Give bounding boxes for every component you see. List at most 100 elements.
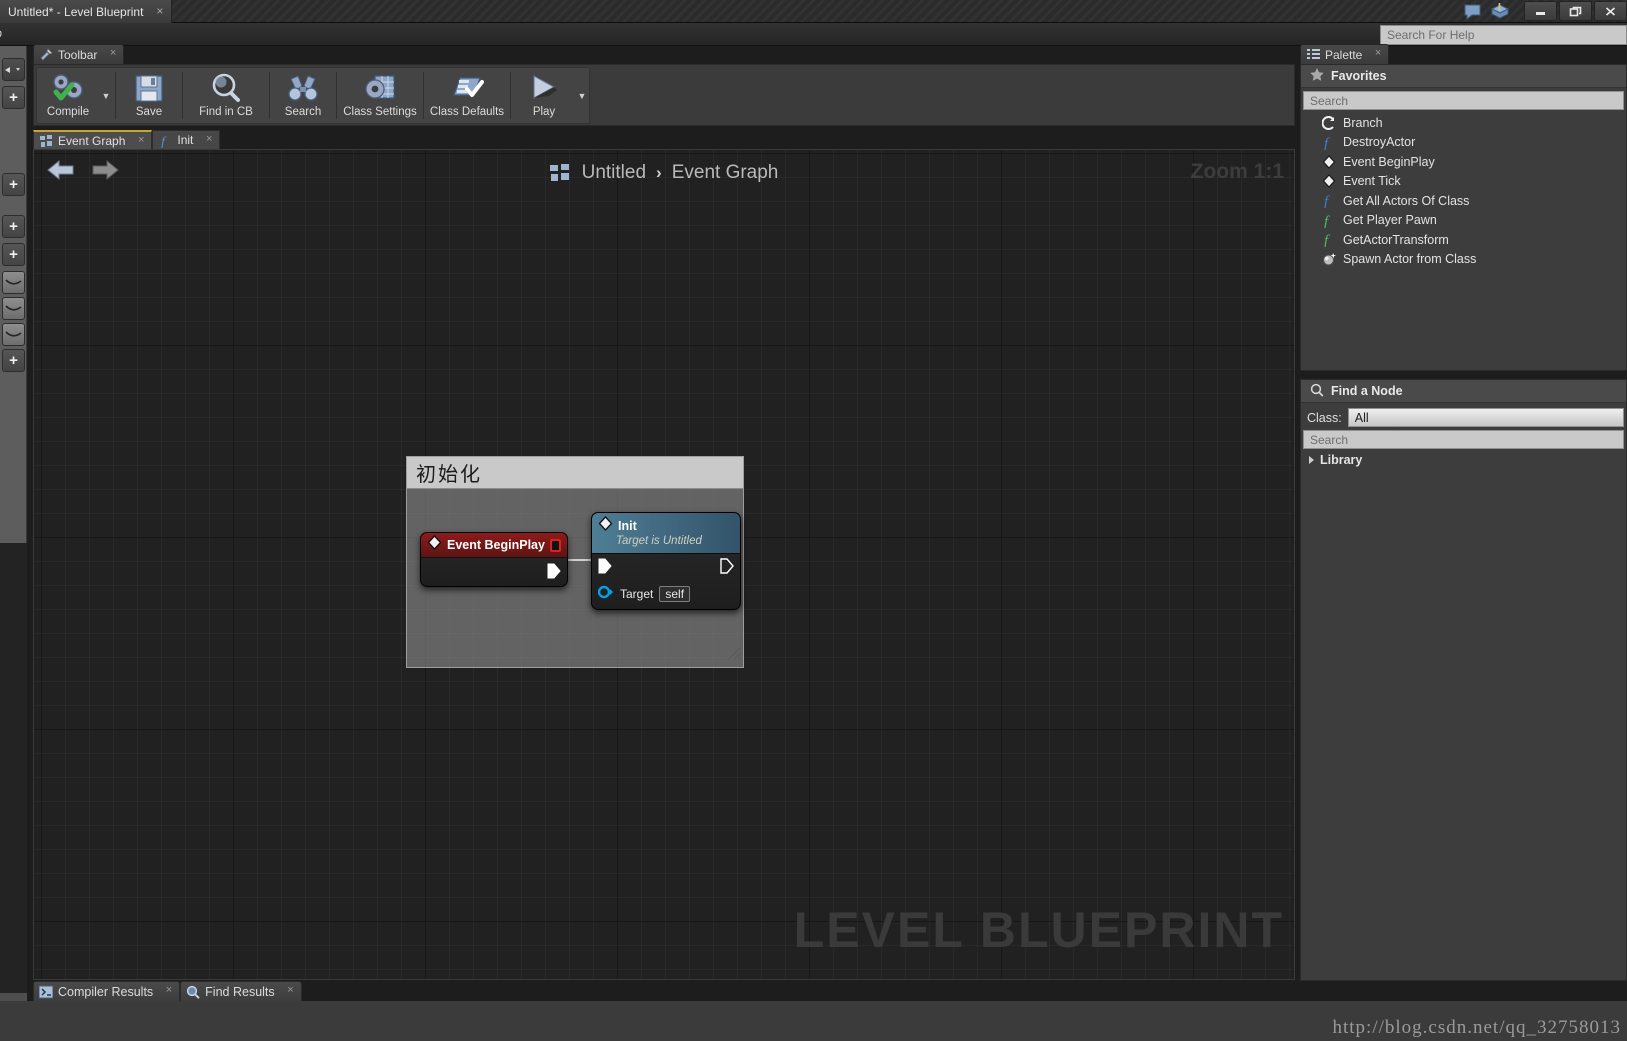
curve-tool-button-1[interactable] bbox=[2, 271, 25, 294]
exec-out-pin-init[interactable] bbox=[720, 557, 734, 579]
toolbar-button-save[interactable]: Save bbox=[118, 68, 180, 123]
toolbar-separator-5 bbox=[423, 72, 424, 119]
toolbar-label-find-in-cb: Find in CB bbox=[199, 106, 253, 118]
menu-bar: elp Search For Help bbox=[0, 23, 1627, 46]
tab-init-close-icon[interactable]: × bbox=[206, 133, 212, 145]
palette-item-getactortransform[interactable]: f GetActorTransform bbox=[1301, 230, 1626, 250]
place-actor-button-3[interactable]: + bbox=[2, 215, 25, 238]
window-title-tab[interactable]: Untitled* - Level Blueprint × bbox=[0, 0, 173, 23]
place-actor-button-2[interactable]: + bbox=[2, 173, 25, 196]
graph-tab-bar: Event Graph × f Init × bbox=[33, 130, 1295, 150]
tab-palette[interactable]: Palette × bbox=[1300, 44, 1390, 64]
palette-item-label: Get Player Pawn bbox=[1343, 213, 1437, 228]
library-tree-item[interactable]: Library bbox=[1301, 453, 1626, 467]
palette-item-label: Event Tick bbox=[1343, 174, 1401, 189]
event-diamond-icon bbox=[1321, 154, 1336, 169]
select-mode-button[interactable] bbox=[2, 58, 25, 81]
menu-item-help[interactable]: elp bbox=[0, 26, 2, 40]
palette-favorites-header[interactable]: Favorites bbox=[1301, 65, 1626, 88]
function-blue-icon: f bbox=[1321, 135, 1336, 150]
toolbar-button-search[interactable]: Search bbox=[272, 68, 334, 123]
event-delegate-pin[interactable] bbox=[549, 538, 561, 552]
tab-find-results[interactable]: Find Results × bbox=[180, 981, 302, 1001]
close-button[interactable] bbox=[1594, 1, 1627, 21]
palette-search-input[interactable]: Search bbox=[1303, 91, 1624, 110]
toolbar-separator-2 bbox=[182, 72, 183, 119]
tab-compiler-results-close-icon[interactable]: × bbox=[166, 984, 172, 996]
palette-item-event-beginplay[interactable]: Event BeginPlay bbox=[1301, 152, 1626, 172]
event-graph-canvas[interactable]: Untitled › Event Graph Zoom 1:1 LEVEL BL… bbox=[33, 149, 1295, 980]
toolbar-button-compile[interactable]: Compile bbox=[37, 68, 99, 123]
palette-item-spawn-actor-from-class[interactable]: Spawn Actor from Class bbox=[1301, 250, 1626, 270]
toolbar-label-save: Save bbox=[135, 106, 163, 118]
magnifier-icon bbox=[1310, 383, 1324, 400]
palette-item-label: Branch bbox=[1343, 115, 1383, 130]
place-actor-button-5[interactable]: + bbox=[2, 349, 25, 372]
breadcrumb: Untitled › Event Graph bbox=[34, 162, 1294, 184]
tab-event-graph-close-icon[interactable]: × bbox=[138, 134, 144, 146]
titlebar-icon-group bbox=[1463, 2, 1510, 21]
target-pin-value[interactable]: self bbox=[659, 586, 691, 602]
minimize-button[interactable] bbox=[1524, 1, 1557, 21]
class-select[interactable]: All bbox=[1347, 408, 1624, 427]
tab-palette-close-icon[interactable]: × bbox=[1375, 47, 1381, 59]
tab-palette-label: Palette bbox=[1325, 47, 1363, 62]
documentation-icon[interactable] bbox=[1490, 2, 1510, 21]
exec-in-pin-init[interactable] bbox=[598, 558, 612, 579]
function-icon: f bbox=[159, 134, 172, 150]
class-label: Class: bbox=[1307, 410, 1342, 425]
tab-init[interactable]: f Init × bbox=[152, 130, 221, 150]
node-init-body: Target self bbox=[592, 554, 740, 609]
curve-tool-button-3[interactable] bbox=[2, 323, 25, 346]
toolbar-separator-6 bbox=[510, 72, 511, 119]
compile-dropdown-caret-icon[interactable]: ▼ bbox=[99, 68, 113, 123]
palette-item-destroyactor[interactable]: f DestroyActor bbox=[1301, 133, 1626, 153]
function-diamond-icon bbox=[598, 516, 613, 536]
toolbar-button-play[interactable]: Play bbox=[513, 68, 575, 123]
breadcrumb-root[interactable]: Untitled bbox=[582, 162, 646, 184]
find-a-node-search-input[interactable]: Search bbox=[1303, 430, 1624, 449]
toolbar-button-class-settings[interactable]: Class Settings bbox=[339, 68, 421, 123]
palette-item-event-tick[interactable]: Event Tick bbox=[1301, 172, 1626, 192]
find-results-icon bbox=[186, 985, 200, 999]
target-object-pin[interactable] bbox=[597, 585, 614, 604]
comment-node-title[interactable]: 初始化 bbox=[407, 457, 743, 489]
node-event-beginplay[interactable]: Event BeginPlay bbox=[420, 532, 568, 587]
chevron-right-icon[interactable] bbox=[1309, 456, 1314, 464]
tab-find-results-close-icon[interactable]: × bbox=[287, 984, 293, 996]
blueprint-toolbar: Compile ▼ Save Find in CB Search Class S… bbox=[33, 64, 1295, 126]
place-actor-button-4[interactable]: + bbox=[2, 243, 25, 266]
window-tab-close-icon[interactable]: × bbox=[156, 4, 163, 18]
tab-compiler-results[interactable]: Compiler Results × bbox=[33, 981, 181, 1001]
window-title: Untitled* - Level Blueprint bbox=[8, 4, 144, 19]
editor-left-strip-lower bbox=[0, 543, 27, 993]
comment-resize-handle[interactable] bbox=[728, 647, 741, 665]
place-actor-button-1[interactable]: + bbox=[2, 86, 25, 109]
level-blueprint-window: Untitled* - Level Blueprint × elp bbox=[0, 0, 1627, 1041]
curve-tool-button-2[interactable] bbox=[2, 297, 25, 320]
toolbar-button-find-in-cb[interactable]: Find in CB bbox=[185, 68, 267, 123]
tab-event-graph[interactable]: Event Graph × bbox=[33, 130, 153, 149]
exec-out-pin-beginplay[interactable] bbox=[547, 563, 561, 584]
feedback-icon[interactable] bbox=[1463, 2, 1482, 21]
toolbar-label-class-defaults: Class Defaults bbox=[429, 106, 505, 118]
node-init[interactable]: Init Target is Untitled Target self bbox=[591, 512, 741, 610]
restore-button[interactable] bbox=[1559, 1, 1592, 21]
palette-tabrow: Palette × bbox=[1300, 44, 1627, 64]
palette-item-get-all-actors-of-class[interactable]: f Get All Actors Of Class bbox=[1301, 191, 1626, 211]
tab-toolbar[interactable]: Toolbar × bbox=[33, 44, 125, 64]
find-a-node-header[interactable]: Find a Node bbox=[1301, 380, 1626, 403]
tab-toolbar-close-icon[interactable]: × bbox=[110, 47, 116, 59]
palette-list-icon bbox=[1307, 48, 1320, 61]
node-event-beginplay-body bbox=[421, 558, 567, 611]
palette-item-label: Get All Actors Of Class bbox=[1343, 193, 1470, 208]
node-init-subtitle: Target is Untitled bbox=[616, 535, 702, 547]
compile-icon bbox=[50, 72, 86, 105]
help-search-input[interactable]: Search For Help bbox=[1380, 25, 1627, 45]
function-green-icon: f bbox=[1321, 213, 1336, 228]
play-dropdown-caret-icon[interactable]: ▼ bbox=[575, 68, 589, 123]
toolbar-separator-3 bbox=[269, 72, 270, 119]
palette-item-branch[interactable]: Branch bbox=[1301, 113, 1626, 133]
palette-item-get-player-pawn[interactable]: f Get Player Pawn bbox=[1301, 211, 1626, 231]
toolbar-button-class-defaults[interactable]: Class Defaults bbox=[426, 68, 508, 123]
